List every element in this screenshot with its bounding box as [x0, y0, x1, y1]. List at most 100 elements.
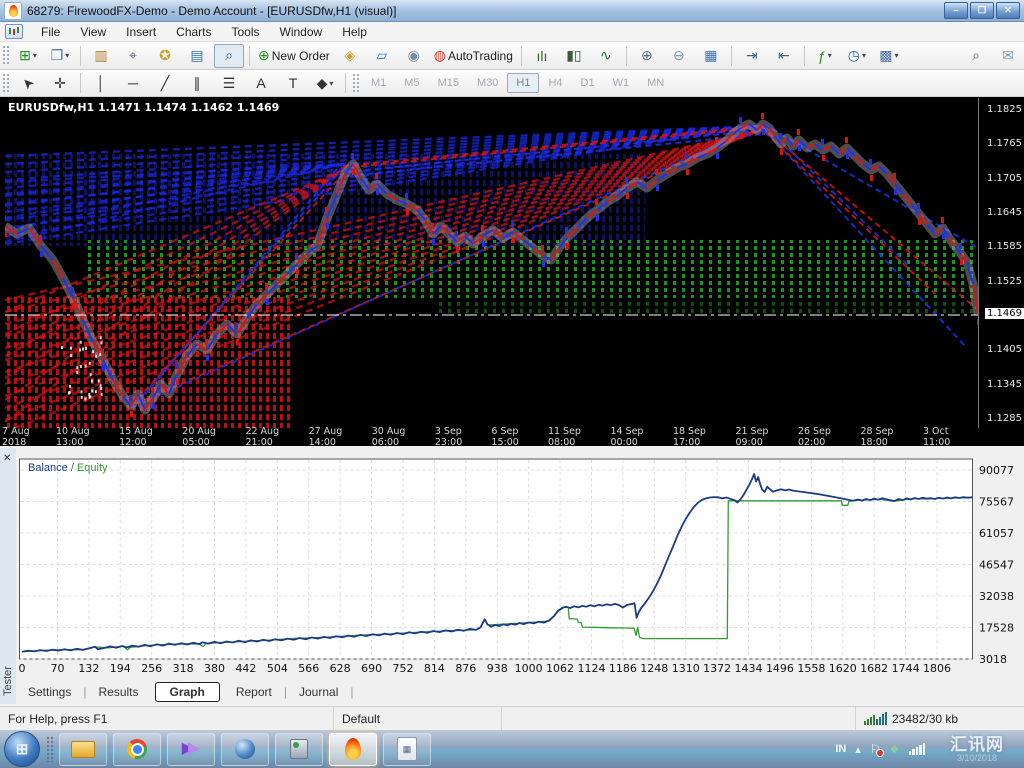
auto-scroll-button[interactable]: ⇥: [737, 44, 767, 68]
indicators-button[interactable]: ƒ▾: [810, 44, 840, 68]
community-chat-button[interactable]: ✉: [993, 44, 1023, 68]
timeframe-m5[interactable]: M5: [395, 73, 428, 93]
toolbar-grip: [2, 73, 9, 94]
strategy-tester-button[interactable]: ⌕: [214, 44, 244, 68]
show-hidden-icons[interactable]: ▴: [855, 743, 861, 756]
scripts-button[interactable]: ▱: [367, 44, 397, 68]
window-title: 68279: FirewoodFX-Demo - Demo Account - …: [27, 4, 396, 18]
line-chart-mode-button[interactable]: ∿: [591, 44, 621, 68]
shapes-button[interactable]: ◆▾: [310, 71, 340, 95]
taskbar-clock[interactable]: 汇讯网 3/10/2018: [934, 732, 1020, 766]
toolbar-separator: [626, 46, 627, 66]
zoom-in-button[interactable]: ⊕: [632, 44, 662, 68]
bar-chart-mode-button[interactable]: ılı: [527, 44, 557, 68]
timeframe-h1[interactable]: H1: [507, 73, 539, 93]
trendline-icon: ╱: [161, 75, 169, 92]
indicators-dropdown-icon: ▾: [828, 51, 832, 60]
chart-profiles-icon: ❐: [51, 47, 64, 64]
autotrading-button[interactable]: ◍AutoTrading: [431, 44, 516, 68]
minimize-button[interactable]: –: [944, 2, 968, 19]
taskbar-file-explorer[interactable]: [59, 733, 107, 766]
tile-windows-icon: ▦: [704, 47, 717, 64]
tab-graph[interactable]: Graph: [155, 682, 220, 702]
timeframe-m1[interactable]: M1: [362, 73, 395, 93]
tray-app-icon[interactable]: ❖: [890, 743, 900, 756]
menu-insert[interactable]: Insert: [116, 23, 166, 41]
market-watch-button[interactable]: ▥: [86, 44, 116, 68]
tab-settings[interactable]: Settings: [16, 682, 83, 702]
candlestick-mode-button[interactable]: ▮▯: [559, 44, 589, 68]
taskbar-remote-app[interactable]: [275, 733, 323, 766]
menu-charts[interactable]: Charts: [166, 23, 221, 41]
search-button[interactable]: ⌕: [961, 44, 991, 68]
close-tester-icon[interactable]: ✕: [3, 454, 11, 464]
price-tick: 1.1345: [987, 379, 1022, 390]
data-window-button[interactable]: ⌖: [118, 44, 148, 68]
network-signal-icon[interactable]: [909, 743, 926, 755]
tab-results[interactable]: Results: [86, 682, 150, 702]
taskbar-mt4-active[interactable]: [329, 733, 377, 766]
trendline-button[interactable]: ╱: [150, 71, 180, 95]
price-axis[interactable]: 1.18251.17651.17051.16451.15851.15251.14…: [978, 98, 1024, 428]
toolbar-separator: [804, 46, 805, 66]
restore-button[interactable]: ❐: [970, 2, 994, 19]
close-button[interactable]: ✕: [996, 2, 1020, 19]
globe-icon: [235, 739, 255, 759]
chart-window-icon[interactable]: [5, 24, 23, 39]
cursor-button[interactable]: ➤: [13, 71, 43, 95]
svg-text:442: 442: [235, 662, 256, 675]
taskbar-chrome[interactable]: [113, 733, 161, 766]
crosshair-button[interactable]: ✛: [45, 71, 75, 95]
svg-text:17528: 17528: [979, 622, 1014, 635]
time-tick: 7 Aug 2018: [2, 426, 56, 448]
new-chart-button[interactable]: ⊞▾: [13, 44, 43, 68]
menu-help[interactable]: Help: [332, 23, 377, 41]
start-button[interactable]: ⊞: [4, 731, 40, 767]
timeframe-w1[interactable]: W1: [604, 73, 639, 93]
fibonacci-button[interactable]: ☰: [214, 71, 244, 95]
timeframe-bar: M1M5M15M30H1H4D1W1MN: [362, 73, 673, 93]
equidistant-channel-button[interactable]: ∥: [182, 71, 212, 95]
taskbar-calculator[interactable]: ▦: [383, 733, 431, 766]
templates-button[interactable]: ▩▾: [874, 44, 904, 68]
time-axis[interactable]: 7 Aug 201810 Aug 13:0015 Aug 12:0020 Aug…: [2, 428, 978, 445]
menu-file[interactable]: File: [31, 23, 70, 41]
taskbar-media-player[interactable]: ▶▶: [167, 733, 215, 766]
language-indicator[interactable]: IN: [835, 743, 846, 755]
new-chart-dropdown-icon: ▾: [33, 51, 37, 60]
chart-ohlc-header: EURUSDfw,H1 1.1471 1.1474 1.1462 1.1469: [8, 101, 279, 114]
candlestick-mode-icon: ▮▯: [566, 47, 581, 64]
taskbar-globe-app[interactable]: [221, 733, 269, 766]
autotrading-icon: ◍: [434, 47, 446, 64]
status-profile[interactable]: Default: [334, 707, 502, 730]
tab-journal[interactable]: Journal: [287, 682, 350, 702]
horizontal-line-button[interactable]: ─: [118, 71, 148, 95]
chart-profiles-button[interactable]: ❐▾: [45, 44, 75, 68]
autotrading-label: AutoTrading: [448, 49, 513, 63]
menu-view[interactable]: View: [70, 23, 116, 41]
tab-report[interactable]: Report: [224, 682, 284, 702]
chart-shift-button[interactable]: ⇤: [769, 44, 799, 68]
action-center-flag-icon[interactable]: ⚐: [870, 742, 881, 756]
expert-advisors-button[interactable]: ◈: [335, 44, 365, 68]
price-chart[interactable]: [5, 98, 978, 428]
vertical-line-button[interactable]: │: [86, 71, 116, 95]
menu-window[interactable]: Window: [270, 23, 333, 41]
terminal-button[interactable]: ▤: [182, 44, 212, 68]
text-button[interactable]: A: [246, 71, 276, 95]
zoom-out-button[interactable]: ⊖: [664, 44, 694, 68]
timeframe-m15[interactable]: M15: [429, 73, 468, 93]
balance-equity-graph[interactable]: 9007775567610574654732038175283018070132…: [18, 455, 1024, 676]
timeframe-m30[interactable]: M30: [468, 73, 507, 93]
tile-windows-button[interactable]: ▦: [696, 44, 726, 68]
menu-tools[interactable]: Tools: [222, 23, 270, 41]
periods-button[interactable]: ◷▾: [842, 44, 872, 68]
timeframe-h4[interactable]: H4: [539, 73, 571, 93]
navigator-button[interactable]: ✪: [150, 44, 180, 68]
timeframe-d1[interactable]: D1: [572, 73, 604, 93]
text-label-button[interactable]: T: [278, 71, 308, 95]
open-mql5-button[interactable]: ◉: [399, 44, 429, 68]
new-order-button[interactable]: ⊕New Order: [255, 44, 333, 68]
strategy-tester-icon: ⌕: [225, 47, 233, 64]
timeframe-mn[interactable]: MN: [638, 73, 673, 93]
